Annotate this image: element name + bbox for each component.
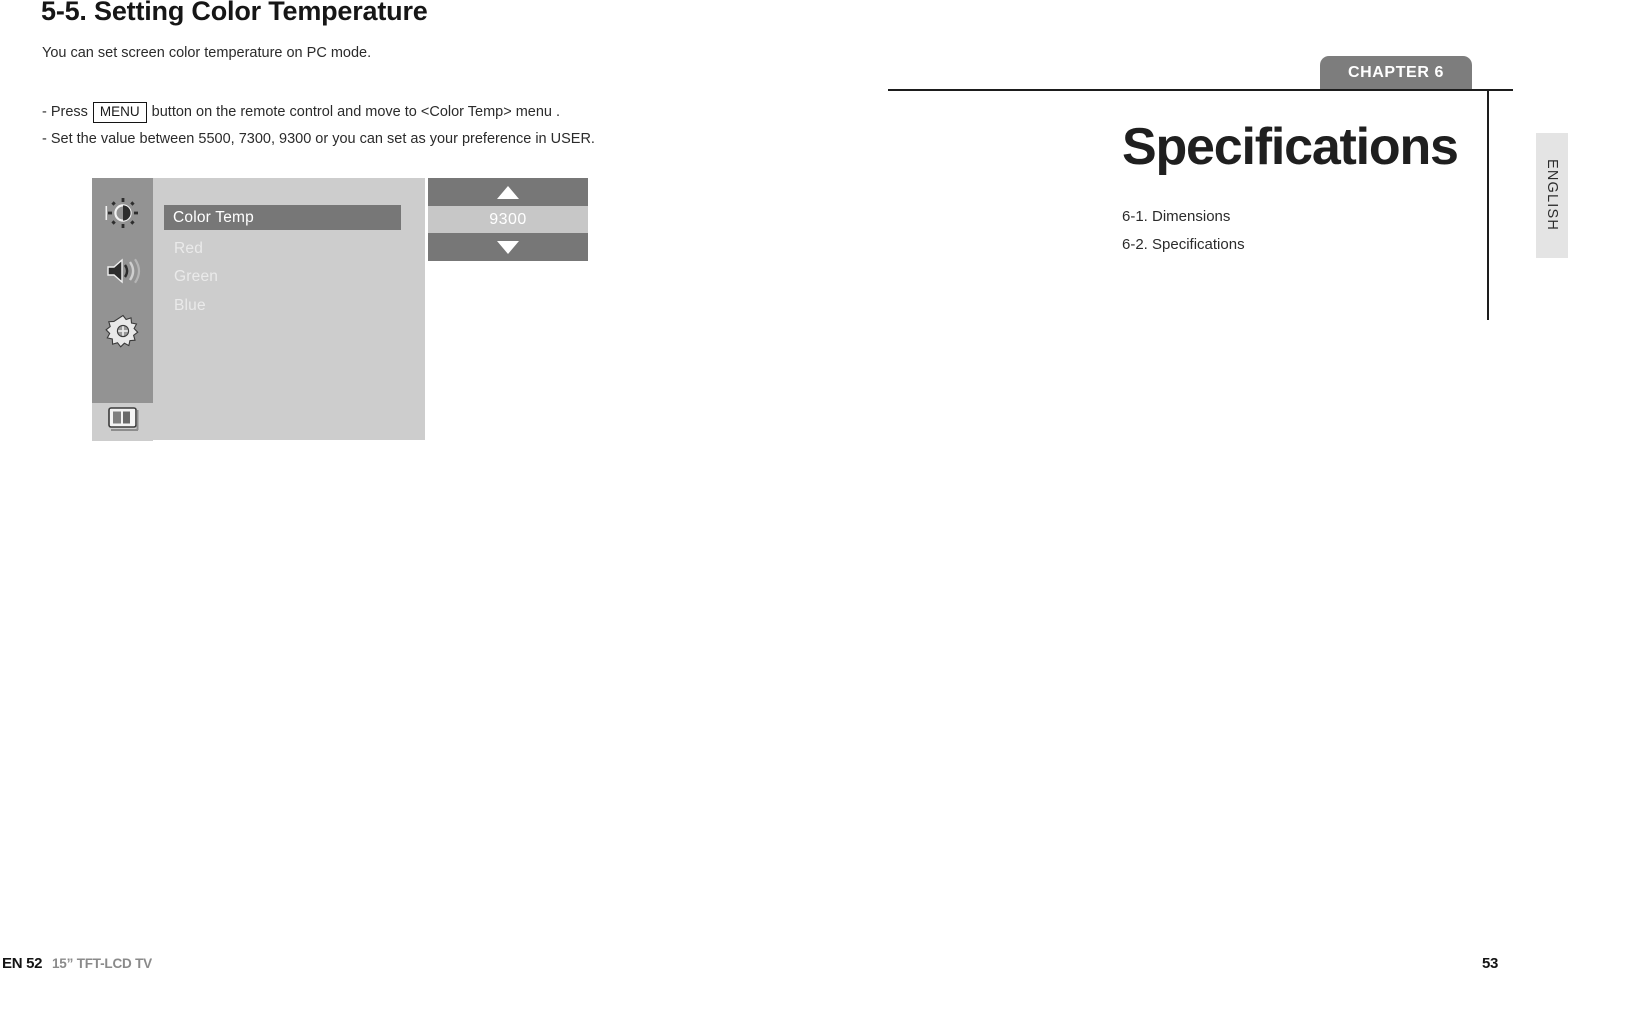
chapter-toc-item-2: 6-2. Specifications [1122,236,1245,253]
chapter-vertical-rule [1487,89,1489,320]
chapter-tab: CHAPTER 6 [1320,56,1472,89]
up-arrow-icon [497,185,519,199]
instruction-line-2: - Set the value between 5500, 7300, 9300… [42,131,595,147]
speaker-icon [104,256,142,291]
instruction-line-1: - Press MENU button on the remote contro… [42,102,560,123]
chapter-toc-item-1: 6-1. Dimensions [1122,208,1231,225]
osd-sidebar-item-screen[interactable] [92,403,153,441]
osd-menu-item-green[interactable]: Green [174,268,218,286]
osd-menu-item-color-temp[interactable]: Color Temp [164,205,401,230]
osd-sidebar-item-picture[interactable] [92,188,153,243]
footer-right-page-number: 53 [1482,955,1499,972]
stepper-increase-button[interactable] [428,178,588,206]
footer-left-page-number: EN 52 [2,955,43,972]
osd-menu-illustration: Color Temp Red Green Blue 9300 [92,178,588,441]
right-page: CHAPTER 6 Specifications 6-1. Dimensions… [826,0,1652,1022]
down-arrow-icon [497,240,519,254]
intro-paragraph: You can set screen color temperature on … [42,45,372,61]
instruction-line-2-text: - Set the value between 5500, 7300, 9300… [42,131,595,147]
menu-button-key[interactable]: MENU [92,102,147,123]
language-tab: ENGLISH [1536,133,1568,258]
instruction-line-1-suffix: button on the remote control and move to… [151,104,561,121]
osd-sidebar-item-sound[interactable] [92,246,153,301]
gear-icon [104,313,141,354]
instruction-line-1-prefix: - Press [42,104,88,121]
osd-value-display: 9300 [428,206,588,233]
picture-icon [105,195,141,236]
osd-menu-item-red[interactable]: Red [174,240,203,258]
osd-menu-item-blue[interactable]: Blue [174,297,206,315]
osd-value-stepper: 9300 [428,178,588,261]
left-page: 5-5. Setting Color Temperature You can s… [0,0,826,1022]
chapter-horizontal-rule [888,89,1513,91]
osd-menu-item-color-temp-label: Color Temp [173,208,254,226]
chapter-tab-label: CHAPTER 6 [1347,63,1445,81]
chapter-title: Specifications [1122,118,1459,176]
screen-icon [106,406,140,438]
page-title: 5-5. Setting Color Temperature [41,0,428,26]
stepper-decrease-button[interactable] [428,233,588,261]
osd-sidebar-item-setup[interactable] [92,306,153,361]
language-tab-label: ENGLISH [1544,159,1560,232]
footer-model-name: 15” TFT-LCD TV [52,956,152,971]
